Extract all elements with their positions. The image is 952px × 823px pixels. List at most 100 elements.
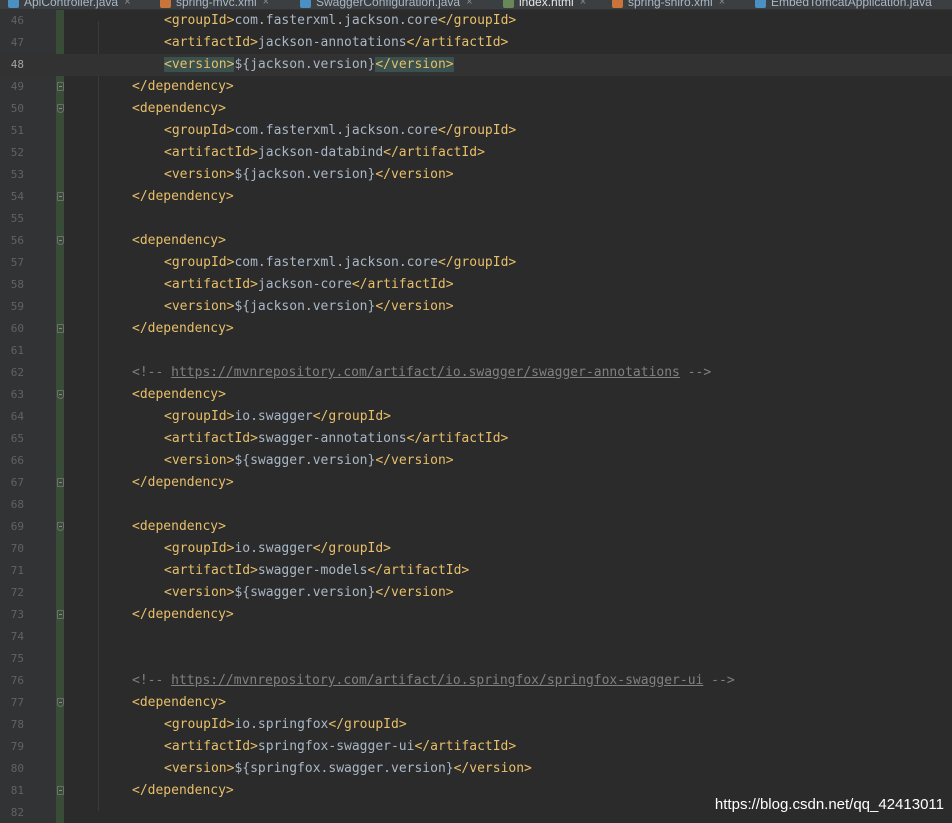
close-tab-icon[interactable]: × bbox=[580, 0, 586, 8]
comment-link[interactable]: https://mvnrepository.com/artifact/io.sw… bbox=[171, 365, 680, 380]
code-line[interactable]: 57 <groupId>com.fasterxml.jackson.core</g… bbox=[0, 252, 952, 274]
code-line[interactable]: 74 bbox=[0, 626, 952, 648]
line-number: 80 bbox=[10, 762, 24, 775]
spring-xml-icon bbox=[612, 0, 623, 8]
code-line[interactable]: 54 </dependency> bbox=[0, 186, 952, 208]
code-line[interactable]: 66 <version>${swagger.version}</version> bbox=[0, 450, 952, 472]
xml-tag: </version> bbox=[375, 57, 454, 72]
fold-marker-icon[interactable] bbox=[57, 192, 64, 201]
xml-tag: </groupId> bbox=[312, 541, 392, 556]
line-number: 76 bbox=[10, 674, 24, 687]
spring-xml-icon bbox=[160, 0, 171, 8]
comment-link[interactable]: https://mvnrepository.com/artifact/io.sp… bbox=[171, 673, 703, 688]
xml-tag: </artifactId> bbox=[414, 739, 517, 754]
fold-marker-icon[interactable] bbox=[57, 478, 64, 487]
code-line[interactable]: 64 <groupId>io.swagger</groupId> bbox=[0, 406, 952, 428]
fold-marker-icon[interactable] bbox=[57, 236, 64, 245]
code-line[interactable]: 75 bbox=[0, 648, 952, 670]
fold-marker-icon[interactable] bbox=[57, 82, 64, 91]
fold-marker-icon[interactable] bbox=[57, 786, 64, 795]
code-line[interactable]: 65 <artifactId>swagger-annotations</artif… bbox=[0, 428, 952, 450]
code-text: <groupId>com.fasterxml.jackson.core</gro… bbox=[164, 252, 516, 274]
xml-tag: ${jackson.version} bbox=[234, 299, 376, 314]
close-tab-icon[interactable]: × bbox=[124, 0, 130, 8]
xml-tag: swagger-models bbox=[257, 563, 368, 578]
close-tab-icon[interactable]: × bbox=[466, 0, 472, 8]
tab-spring-mvc-xml[interactable]: spring-mvc.xml × bbox=[160, 0, 269, 9]
code-line[interactable]: 58 <artifactId>jackson-core</artifactId> bbox=[0, 274, 952, 296]
code-line[interactable]: 72 <version>${swagger.version}</version> bbox=[0, 582, 952, 604]
code-line[interactable]: 69 <dependency> bbox=[0, 516, 952, 538]
line-number: 48 bbox=[10, 58, 24, 71]
code-text: <version>${jackson.version}</version> bbox=[164, 296, 454, 318]
code-line[interactable]: 76 <!-- https://mvnrepository.com/artifac… bbox=[0, 670, 952, 692]
code-line[interactable]: 60 </dependency> bbox=[0, 318, 952, 340]
code-line[interactable]: 48 <version>${jackson.version}</version> bbox=[0, 54, 952, 76]
line-number: 58 bbox=[10, 278, 24, 291]
code-line[interactable]: 56 <dependency> bbox=[0, 230, 952, 252]
fold-marker-icon[interactable] bbox=[57, 390, 64, 399]
tab-embedtomcatapplication-java[interactable]: EmbedTomcatApplication.java bbox=[755, 0, 932, 9]
tab-label: index.html bbox=[519, 0, 574, 9]
code-line[interactable]: 82 bbox=[0, 802, 952, 823]
line-number: 46 bbox=[10, 14, 24, 27]
line-number: 61 bbox=[10, 344, 24, 357]
xml-tag: jackson-annotations bbox=[257, 35, 407, 50]
tab-swaggerconfiguration-java[interactable]: SwaggerConfiguration.java × bbox=[300, 0, 473, 9]
tab-index-html[interactable]: index.html × bbox=[503, 0, 586, 9]
fold-marker-icon[interactable] bbox=[57, 610, 64, 619]
code-line[interactable]: 61 bbox=[0, 340, 952, 362]
fold-marker-icon[interactable] bbox=[57, 698, 64, 707]
xml-tag: </groupId> bbox=[437, 255, 517, 270]
line-number: 79 bbox=[10, 740, 24, 753]
xml-tag: </groupId> bbox=[437, 13, 517, 28]
tab-spring-shiro-xml[interactable]: spring-shiro.xml × bbox=[612, 0, 725, 9]
code-line[interactable]: 63 <dependency> bbox=[0, 384, 952, 406]
code-line[interactable]: 50 <dependency> bbox=[0, 98, 952, 120]
xml-tag: swagger-annotations bbox=[257, 431, 407, 446]
tab-apicontroller-java[interactable]: ApiController.java × bbox=[8, 0, 131, 9]
xml-tag: ${jackson.version} bbox=[234, 167, 376, 182]
line-number: 77 bbox=[10, 696, 24, 709]
tab-label: SwaggerConfiguration.java bbox=[316, 0, 461, 9]
code-line[interactable]: 59 <version>${jackson.version}</version> bbox=[0, 296, 952, 318]
line-number: 70 bbox=[10, 542, 24, 555]
code-line[interactable]: 49 </dependency> bbox=[0, 76, 952, 98]
code-line[interactable]: 53 <version>${jackson.version}</version> bbox=[0, 164, 952, 186]
code-line[interactable]: 47 <artifactId>jackson-annotations</artif… bbox=[0, 32, 952, 54]
code-text: <version>${jackson.version}</version> bbox=[164, 54, 454, 76]
code-line[interactable]: 70 <groupId>io.swagger</groupId> bbox=[0, 538, 952, 560]
xml-tag: com.fasterxml.jackson.core bbox=[234, 123, 438, 138]
code-text: <artifactId>jackson-core</artifactId> bbox=[164, 274, 454, 296]
close-tab-icon[interactable]: × bbox=[719, 0, 725, 8]
code-text: <artifactId>jackson-annotations</artifac… bbox=[164, 32, 508, 54]
code-line[interactable]: 71 <artifactId>swagger-models</artifactId… bbox=[0, 560, 952, 582]
xml-tag: </dependency> bbox=[132, 475, 234, 490]
code-line[interactable]: 73 </dependency> bbox=[0, 604, 952, 626]
code-line[interactable]: 77 <dependency> bbox=[0, 692, 952, 714]
code-line[interactable]: 79 <artifactId>springfox-swagger-ui</arti… bbox=[0, 736, 952, 758]
xml-tag: </dependency> bbox=[132, 783, 234, 798]
code-line[interactable]: 81 </dependency> bbox=[0, 780, 952, 802]
fold-marker-icon[interactable] bbox=[57, 104, 64, 113]
code-line[interactable]: 62 <!-- https://mvnrepository.com/artifac… bbox=[0, 362, 952, 384]
code-line[interactable]: 51 <groupId>com.fasterxml.jackson.core</g… bbox=[0, 120, 952, 142]
close-tab-icon[interactable]: × bbox=[263, 0, 269, 8]
xml-tag: <version> bbox=[164, 299, 235, 314]
xml-tag: springfox-swagger-ui bbox=[257, 739, 415, 754]
line-number: 53 bbox=[10, 168, 24, 181]
code-line[interactable]: 68 bbox=[0, 494, 952, 516]
code-text: <artifactId>springfox-swagger-ui</artifa… bbox=[164, 736, 516, 758]
fold-marker-icon[interactable] bbox=[57, 522, 64, 531]
xml-tag: <dependency> bbox=[132, 233, 226, 248]
code-line[interactable]: 80 <version>${springfox.swagger.version}<… bbox=[0, 758, 952, 780]
code-line[interactable]: 52 <artifactId>jackson-databind</artifact… bbox=[0, 142, 952, 164]
fold-marker-icon[interactable] bbox=[57, 324, 64, 333]
xml-tag: <groupId> bbox=[164, 255, 235, 270]
xml-tag: ${jackson.version} bbox=[234, 57, 376, 72]
code-line[interactable]: 55 bbox=[0, 208, 952, 230]
xml-tag: ${swagger.version} bbox=[234, 453, 376, 468]
code-line[interactable]: 67 </dependency> bbox=[0, 472, 952, 494]
code-line[interactable]: 78 <groupId>io.springfox</groupId> bbox=[0, 714, 952, 736]
code-line[interactable]: 46 <groupId>com.fasterxml.jackson.core</g… bbox=[0, 10, 952, 32]
